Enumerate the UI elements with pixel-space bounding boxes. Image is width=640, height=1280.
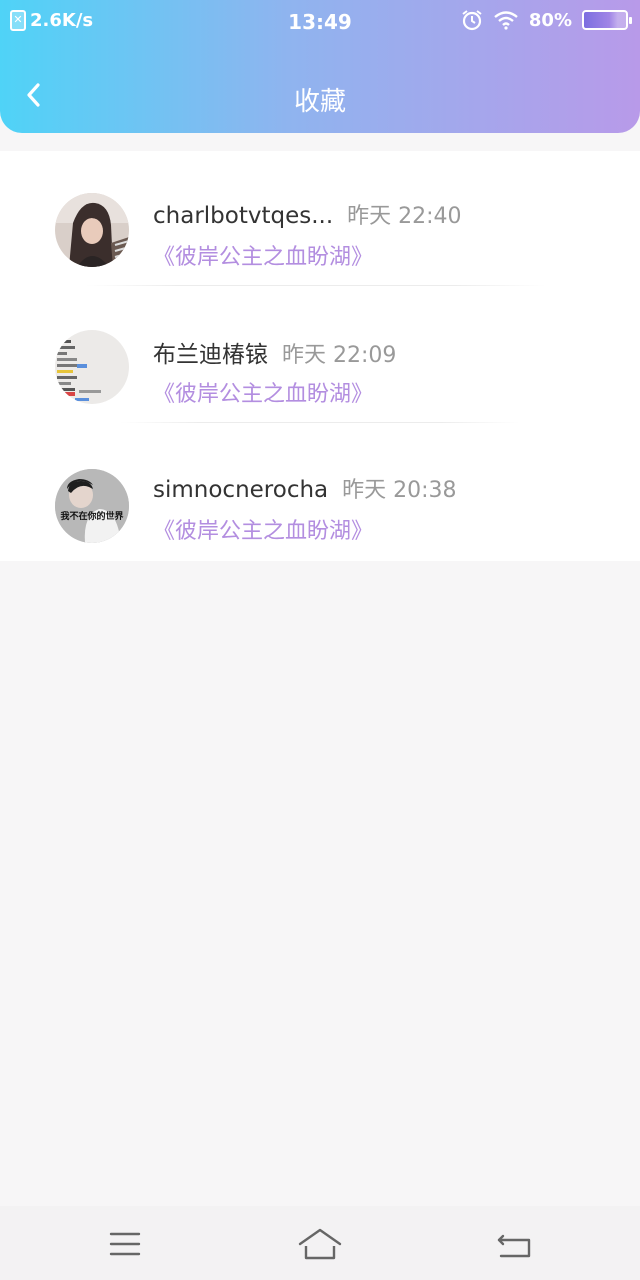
alarm-icon	[462, 10, 482, 31]
status-right: 80%	[461, 9, 632, 31]
avatar-photo-1	[55, 193, 129, 267]
post-time: 昨天 22:09	[282, 343, 397, 368]
username: charlbotvtqes... 昨天 22:40	[153, 198, 462, 230]
username: simnocnerocha 昨天 20:38	[153, 472, 457, 504]
divider	[86, 285, 546, 286]
header: ✕ 2.6K/s 13:49 80% 收藏	[0, 0, 640, 133]
avatar[interactable]	[55, 193, 129, 267]
battery-percent: 80%	[528, 9, 572, 31]
divider	[120, 422, 520, 423]
avatar-caption: 我不在你的世界	[60, 510, 123, 522]
favorites-list: charlbotvtqes... 昨天 22:40 《彼岸公主之血盼湖》 布兰迪…	[0, 151, 640, 561]
wifi-icon	[494, 11, 518, 30]
username-text: simnocnerocha	[153, 477, 329, 503]
page-title: 收藏	[293, 87, 346, 117]
avatar-photo-2	[55, 330, 129, 404]
avatar-photo-3: 我不在你的世界	[55, 469, 129, 543]
post-time: 昨天 22:40	[347, 204, 462, 229]
book-title-link[interactable]: 《彼岸公主之血盼湖》	[153, 513, 373, 545]
avatar[interactable]	[55, 330, 129, 404]
avatar[interactable]: 我不在你的世界	[55, 469, 129, 543]
username-text: charlbotvtqes...	[153, 203, 334, 229]
list-item[interactable]: 我不在你的世界 simnocnerocha 昨天 20:38 《彼岸公主之血盼湖》	[0, 425, 640, 562]
username: 布兰迪椿锿 昨天 22:09	[153, 335, 396, 369]
post-time: 昨天 20:38	[342, 478, 457, 503]
return-icon[interactable]	[491, 1224, 539, 1264]
menu-icon[interactable]	[101, 1224, 149, 1264]
list-item[interactable]: charlbotvtqes... 昨天 22:40 《彼岸公主之血盼湖》	[0, 151, 640, 288]
home-icon[interactable]	[296, 1224, 344, 1264]
status-bar: ✕ 2.6K/s 13:49 80%	[0, 0, 640, 44]
book-title-link[interactable]: 《彼岸公主之血盼湖》	[153, 239, 373, 271]
battery-icon	[582, 10, 632, 30]
system-nav-bar	[0, 1206, 640, 1280]
username-text: 布兰迪椿锿	[153, 342, 268, 368]
book-title-link[interactable]: 《彼岸公主之血盼湖》	[153, 376, 373, 408]
list-item[interactable]: 布兰迪椿锿 昨天 22:09 《彼岸公主之血盼湖》	[0, 288, 640, 425]
nav-bar: 收藏	[0, 64, 640, 128]
